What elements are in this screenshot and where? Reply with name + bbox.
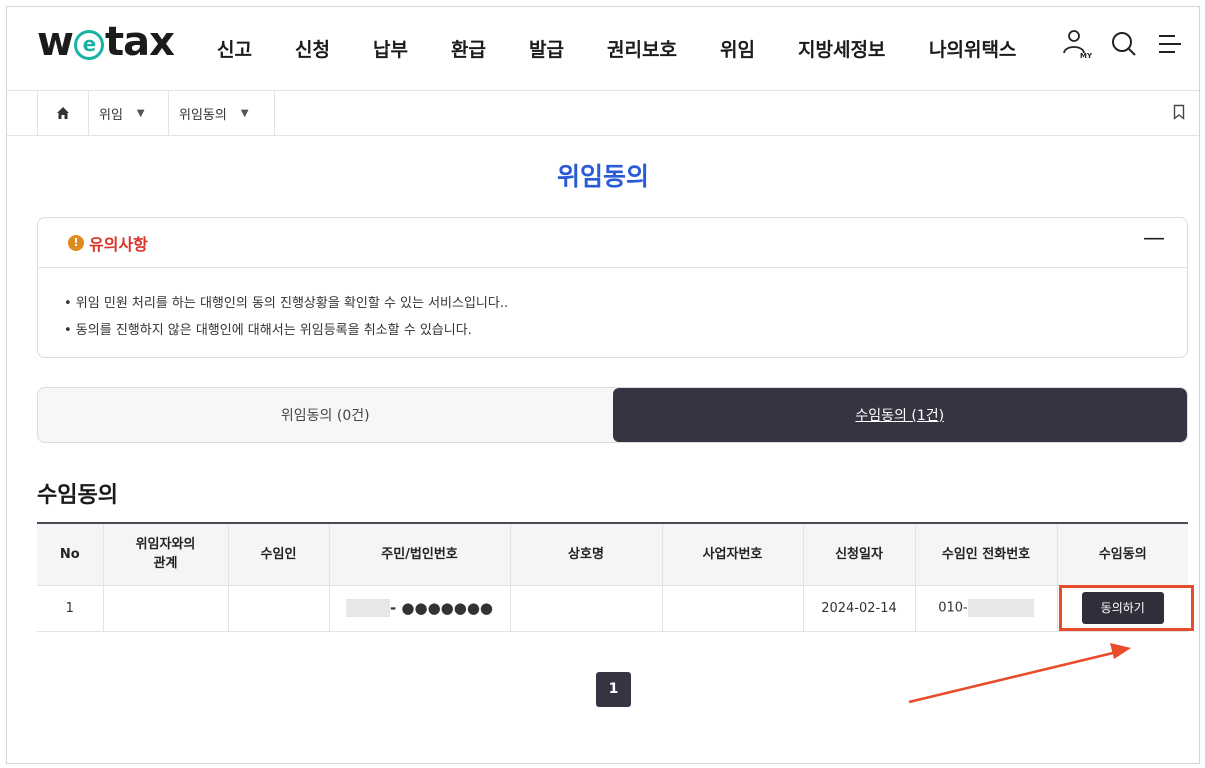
chevron-down-icon: ▼ bbox=[240, 107, 249, 119]
search-icon[interactable] bbox=[1107, 27, 1141, 61]
breadcrumb-item-delegation[interactable]: 위임 ▼ bbox=[89, 91, 169, 135]
redacted-block bbox=[967, 599, 1034, 617]
notice-header[interactable]: ! 유의사항 — bbox=[38, 218, 1187, 268]
nav-item-payment[interactable]: 납부 bbox=[373, 35, 408, 62]
tab-delegation-consent[interactable]: 위임동의 (0건) bbox=[38, 388, 613, 442]
collapse-icon[interactable]: — bbox=[1143, 226, 1165, 251]
col-header-company: 상호명 bbox=[510, 523, 663, 586]
acceptance-table: No 위임자와의 관계 수임인 주민/법인번호 상호명 사업자번호 신청일자 수… bbox=[37, 522, 1188, 632]
col-header-id-number: 주민/법인번호 bbox=[329, 523, 511, 586]
table-row: 1 - ●●●●●●● 2024-02-14 010- 동의하기 bbox=[37, 585, 1188, 632]
breadcrumb-label: 위임 bbox=[99, 107, 123, 123]
notice-line: • 위임 민원 처리를 하는 대행인의 동의 진행상황을 확인할 수 있는 서비… bbox=[64, 296, 509, 311]
bookmark-icon[interactable] bbox=[1173, 104, 1185, 124]
tab-acceptance-consent[interactable]: 수임동의 (1건) bbox=[612, 388, 1187, 442]
col-header-delegate: 수임인 bbox=[228, 523, 330, 586]
cell-delegate bbox=[228, 585, 330, 632]
notice-box: ! 유의사항 — • 위임 민원 처리를 하는 대행인의 동의 진행상황을 확인… bbox=[37, 217, 1188, 358]
breadcrumb-label: 위임동의 bbox=[179, 107, 227, 123]
exclamation-icon: ! bbox=[68, 234, 84, 251]
nav-item-delegation[interactable]: 위임 bbox=[720, 35, 755, 62]
pagination-page-1[interactable]: 1 bbox=[596, 672, 631, 707]
menu-icon[interactable] bbox=[1153, 27, 1187, 61]
logo-text-tax: tax bbox=[104, 19, 175, 65]
cell-id-number: - ●●●●●●● bbox=[329, 585, 511, 632]
highlight-box bbox=[1059, 585, 1194, 631]
consent-tabs: 위임동의 (0건) 수임동의 (1건) bbox=[37, 387, 1188, 443]
table-header-row: No 위임자와의 관계 수임인 주민/법인번호 상호명 사업자번호 신청일자 수… bbox=[37, 523, 1188, 586]
my-page-icon[interactable]: MY bbox=[1060, 27, 1094, 61]
phone-prefix: 010- bbox=[938, 600, 968, 616]
cell-date: 2024-02-14 bbox=[803, 585, 916, 632]
page-title: 위임동의 bbox=[556, 162, 649, 191]
nav-item-local-tax-info[interactable]: 지방세정보 bbox=[798, 35, 885, 62]
cell-phone: 010- bbox=[915, 585, 1058, 632]
cell-relation bbox=[103, 585, 229, 632]
wetax-logo[interactable]: w e tax bbox=[37, 19, 175, 65]
site-header: w e tax 신고 신청 납부 환급 발급 권리보호 위임 지방세정보 나의위택스… bbox=[7, 7, 1199, 91]
col-header-date: 신청일자 bbox=[803, 523, 916, 586]
nav-item-rights[interactable]: 권리보호 bbox=[607, 35, 677, 62]
home-icon bbox=[57, 107, 69, 119]
nav-item-refund[interactable]: 환급 bbox=[451, 35, 486, 62]
notice-body: • 위임 민원 처리를 하는 대행인의 동의 진행상황을 확인할 수 있는 서비… bbox=[38, 268, 1187, 344]
notice-line: • 동의를 진행하지 않은 대행인에 대해서는 위임등록을 취소할 수 있습니다… bbox=[64, 323, 472, 338]
notice-title: 유의사항 bbox=[89, 234, 148, 254]
breadcrumb: 위임 ▼ 위임동의 ▼ bbox=[7, 91, 1199, 136]
nav-item-apply[interactable]: 신청 bbox=[295, 35, 330, 62]
page-frame: w e tax 신고 신청 납부 환급 발급 권리보호 위임 지방세정보 나의위택스… bbox=[6, 6, 1200, 764]
my-label: MY bbox=[1080, 52, 1093, 60]
redacted-block bbox=[345, 599, 390, 617]
section-title: 수임동의 bbox=[37, 483, 118, 508]
cell-company bbox=[510, 585, 663, 632]
nav-item-report[interactable]: 신고 bbox=[217, 35, 252, 62]
logo-text-w: w bbox=[37, 19, 74, 65]
nav-item-my-wetax[interactable]: 나의위택스 bbox=[929, 35, 1016, 62]
col-header-biz-number: 사업자번호 bbox=[662, 523, 804, 586]
chevron-down-icon: ▼ bbox=[136, 107, 145, 119]
cell-biz-number bbox=[662, 585, 804, 632]
col-header-relation: 위임자와의 관계 bbox=[103, 523, 229, 586]
masked-id: - ●●●●●●● bbox=[389, 599, 494, 617]
cell-no: 1 bbox=[37, 585, 104, 632]
logo-e-mark: e bbox=[73, 30, 104, 60]
breadcrumb-item-consent[interactable]: 위임동의 ▼ bbox=[169, 91, 275, 135]
col-header-consent: 수임동의 bbox=[1057, 523, 1188, 586]
col-header-no: No bbox=[37, 523, 104, 586]
col-header-phone: 수임인 전화번호 bbox=[915, 523, 1058, 586]
breadcrumb-home[interactable] bbox=[37, 91, 89, 135]
nav-item-issue[interactable]: 발급 bbox=[529, 35, 564, 62]
